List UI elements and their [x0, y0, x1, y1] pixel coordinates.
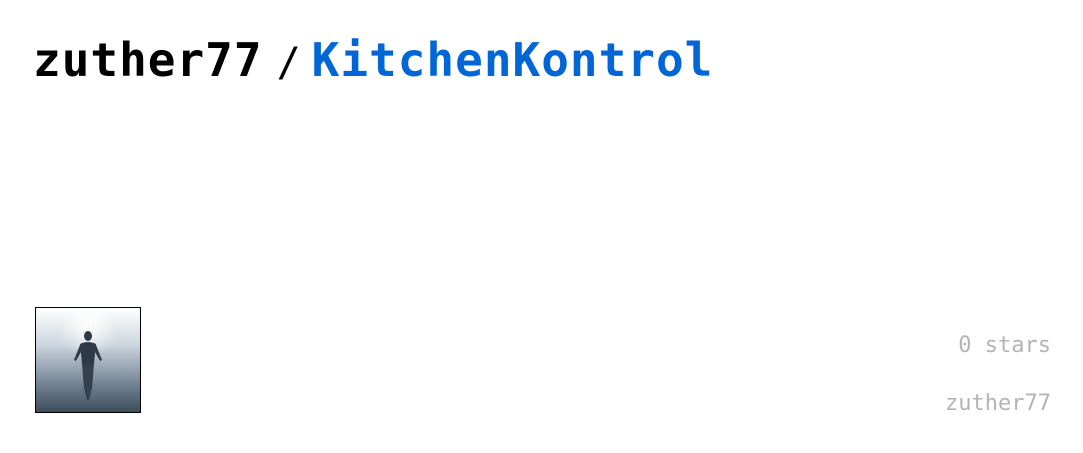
stars-count: 0 stars — [958, 333, 1051, 358]
repo-card: zuther77 / KitchenKontrol 0 stars zuther… — [0, 0, 1083, 453]
owner-link[interactable]: zuther77 — [33, 30, 263, 90]
author-name: zuther77 — [945, 391, 1051, 416]
path-separator: / — [276, 40, 302, 86]
repo-name-link[interactable]: KitchenKontrol — [312, 30, 714, 90]
repo-title: zuther77 / KitchenKontrol — [33, 30, 713, 93]
avatar[interactable] — [35, 307, 141, 413]
avatar-image — [36, 308, 140, 412]
